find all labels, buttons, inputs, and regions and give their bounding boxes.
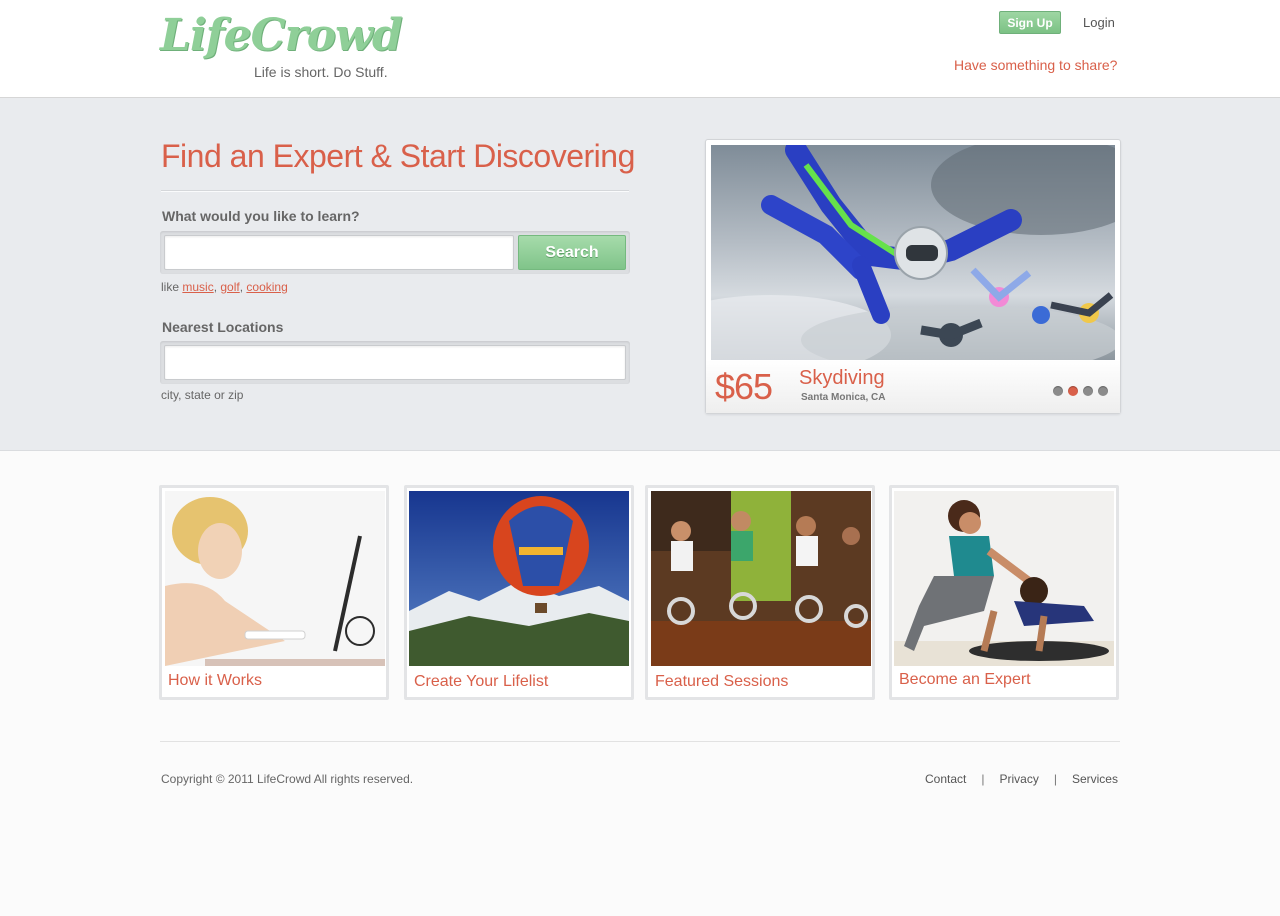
spin-class-photo: [651, 491, 871, 666]
logo[interactable]: LifeCrowd: [160, 10, 403, 61]
session-activity[interactable]: Skydiving: [799, 367, 885, 390]
skydivers-illustration: [711, 145, 1115, 360]
login-link[interactable]: Login: [1083, 15, 1115, 30]
footer-separator: |: [981, 772, 985, 786]
featured-session-card[interactable]: $65 Skydiving Santa Monica, CA: [705, 139, 1121, 414]
carousel-dot[interactable]: [1068, 386, 1078, 396]
footer-divider: [160, 741, 1120, 742]
site-header: LifeCrowd Life is short. Do Stuff. Sign …: [0, 0, 1280, 98]
hero-section: Find an Expert & Start Discovering What …: [0, 98, 1280, 451]
carousel-dot[interactable]: [1083, 386, 1093, 396]
carousel-dot[interactable]: [1053, 386, 1063, 396]
location-input[interactable]: [164, 345, 626, 380]
footer-link-contact[interactable]: Contact: [925, 772, 966, 786]
learn-label: What would you like to learn?: [162, 208, 360, 224]
page-title: Find an Expert & Start Discovering: [161, 138, 635, 174]
skydiving-photo[interactable]: [711, 145, 1115, 360]
tile-label: Become an Expert: [899, 671, 1031, 688]
tile-create-lifelist[interactable]: Create Your Lifelist: [404, 485, 634, 700]
learn-input[interactable]: [164, 235, 514, 270]
carousel-dots: [1053, 383, 1113, 401]
trainer-photo: [894, 491, 1114, 666]
footer-separator: |: [1053, 772, 1057, 786]
example-music-link[interactable]: music: [182, 280, 213, 294]
session-location: Santa Monica, CA: [801, 392, 886, 403]
footer-link-privacy[interactable]: Privacy: [999, 772, 1038, 786]
tagline: Life is short. Do Stuff.: [254, 64, 388, 80]
copyright: Copyright © 2011 LifeCrowd All rights re…: [161, 772, 414, 786]
footer-link-services[interactable]: Services: [1072, 772, 1118, 786]
title-divider: [161, 190, 629, 192]
location-label: Nearest Locations: [162, 319, 284, 335]
example-cooking-link[interactable]: cooking: [246, 280, 287, 294]
hint-prefix: like: [161, 280, 180, 294]
featured-session-info: $65 Skydiving Santa Monica, CA: [706, 360, 1120, 413]
share-link[interactable]: Have something to share?: [954, 57, 1117, 73]
tile-become-expert[interactable]: Become an Expert: [889, 485, 1119, 700]
tile-label: Create Your Lifelist: [414, 673, 549, 690]
example-golf-link[interactable]: golf: [220, 280, 239, 294]
balloon-photo: [409, 491, 629, 666]
tile-how-it-works[interactable]: How it Works: [159, 485, 389, 700]
session-price: $65: [715, 366, 773, 407]
search-button[interactable]: Search: [518, 235, 626, 270]
location-hint: city, state or zip: [161, 388, 244, 402]
sign-up-button[interactable]: Sign Up: [999, 11, 1061, 34]
learn-hint: like music, golf, cooking: [161, 280, 288, 294]
tile-label: Featured Sessions: [655, 673, 789, 690]
tile-label: How it Works: [168, 672, 262, 689]
how-it-works-photo: [165, 491, 385, 666]
carousel-dot[interactable]: [1098, 386, 1108, 396]
footer-nav: Contact | Privacy | Services: [925, 772, 1118, 786]
tile-featured-sessions[interactable]: Featured Sessions: [645, 485, 875, 700]
